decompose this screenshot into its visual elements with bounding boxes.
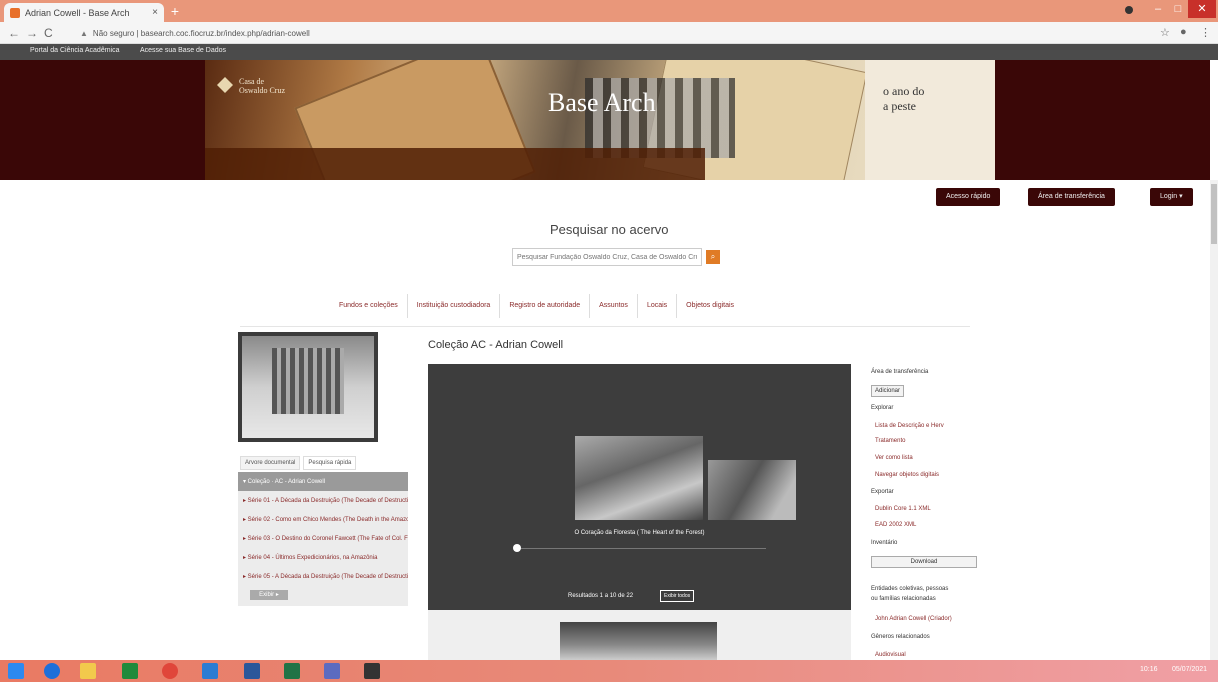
file-explorer-icon[interactable] — [80, 663, 96, 679]
forward-icon[interactable]: → — [26, 26, 38, 40]
related-heading: ou famílias relacionadas — [871, 596, 936, 602]
explore-heading: Explorar — [871, 405, 894, 411]
tray-date[interactable]: 05/07/2021 — [1172, 666, 1207, 673]
carousel-image[interactable] — [575, 436, 703, 520]
preview-image[interactable] — [560, 622, 717, 660]
bookmark-star-icon[interactable]: ☆ — [1160, 26, 1170, 39]
tray-time[interactable]: 10:16 — [1140, 666, 1158, 673]
browser-tab[interactable]: Adrian Cowell - Base Arch × — [4, 3, 164, 22]
explore-link[interactable]: Navegar objetos digitais — [875, 472, 939, 478]
windows-start-icon[interactable] — [8, 663, 24, 679]
account-icon[interactable]: ● — [1180, 26, 1187, 38]
export-link[interactable]: Dublin Core 1.1 XML — [875, 506, 931, 512]
profile-icon[interactable] — [1125, 6, 1133, 14]
site-banner: Casa de Oswaldo Cruz o ano do a peste Ba… — [0, 60, 1210, 180]
clipboard-button[interactable]: Área de transferência — [1028, 188, 1115, 206]
tab-title: Adrian Cowell - Base Arch — [25, 7, 130, 18]
nav-item-assuntos[interactable]: Assuntos — [590, 294, 638, 318]
back-icon[interactable]: ← — [8, 26, 20, 40]
explore-link[interactable]: Tratamento — [875, 438, 905, 444]
scrollbar-thumb[interactable] — [1211, 184, 1217, 244]
app-icon[interactable] — [324, 663, 340, 679]
show-all-button[interactable]: Exibir todos — [660, 590, 695, 602]
export-link[interactable]: EAD 2002 XML — [875, 522, 916, 528]
search-button[interactable]: ⌕ — [706, 250, 720, 264]
repository-thumbnail[interactable] — [238, 332, 378, 442]
maximize-button[interactable]: □ — [1168, 0, 1188, 18]
topstrip-link-portal[interactable]: Portal da Ciência Acadêmica — [30, 47, 120, 54]
building-image — [272, 348, 344, 414]
security-icon[interactable]: ▲ — [80, 29, 88, 38]
ie-icon[interactable] — [44, 663, 60, 679]
tab-arvore[interactable]: Arvore documental — [240, 456, 301, 470]
explore-link[interactable]: Lista de Descrição e Herv — [875, 423, 944, 429]
quick-access-button[interactable]: Acesso rápido — [936, 188, 1001, 206]
reload-icon[interactable]: C — [44, 26, 53, 40]
carousel-slider-handle[interactable] — [513, 544, 521, 552]
nav-item-instituicao[interactable]: Instituição custodiadora — [408, 294, 501, 318]
results-count: Resultados 1 a 10 de 22 — [568, 593, 634, 599]
browser-menu-icon[interactable]: ⋮ — [1200, 26, 1211, 39]
search-icon: ⌕ — [710, 252, 716, 261]
tab-pesquisa[interactable]: Pesquisa rápida — [303, 456, 357, 470]
page-scrollbar[interactable] — [1210, 180, 1218, 660]
tree-item[interactable]: ▾ Coleção · AC - Adrian Cowell — [238, 472, 408, 491]
nav-item-registro[interactable]: Registro de autoridade — [500, 294, 591, 318]
app-icon[interactable] — [364, 663, 380, 679]
tree-item[interactable]: ▸ Série 01 - A Década da Destruição (The… — [238, 491, 408, 510]
nav-item-locais[interactable]: Locais — [638, 294, 678, 318]
digital-object-carousel: O Coração da Floresta ( The Heart of the… — [428, 364, 851, 610]
carousel-caption: O Coração da Floresta ( The Heart of the… — [574, 530, 705, 536]
tree-item[interactable]: ▸ Série 03 - O Destino do Coronel Fawcet… — [238, 529, 408, 548]
main-nav: Fundos e coleções Instituição custodiado… — [330, 294, 743, 318]
search-title: Pesquisar no acervo — [550, 222, 669, 237]
favicon-icon — [10, 7, 20, 18]
treeview: ▾ Coleção · AC - Adrian Cowell ▸ Série 0… — [238, 472, 408, 606]
genre-link[interactable]: Audiovisual — [875, 652, 906, 658]
new-tab-button[interactable]: + — [168, 4, 182, 19]
close-tab-icon[interactable]: × — [152, 7, 158, 18]
close-window-button[interactable]: ✕ — [1188, 0, 1216, 18]
nav-item-fundos[interactable]: Fundos e coleções — [330, 294, 408, 318]
store-icon[interactable] — [122, 663, 138, 679]
export-heading: Exportar — [871, 489, 894, 495]
site-logo[interactable]: Casa de Oswaldo Cruz — [217, 77, 285, 95]
page-title: Coleção AC - Adrian Cowell — [428, 339, 564, 351]
banner-paper-text: o ano do a peste — [883, 84, 925, 113]
tree-item[interactable]: ▸ Série 05 - A Década da Destruição (The… — [238, 567, 408, 586]
browser-toolbar: ← → C ▲ Não seguro | basearch.coc.fiocru… — [0, 22, 1218, 44]
address-bar[interactable]: ▲ Não seguro | basearch.coc.fiocruz.br/i… — [80, 25, 1140, 41]
search-input[interactable] — [512, 248, 702, 266]
chrome-icon[interactable] — [162, 663, 178, 679]
carousel-slider-track[interactable] — [516, 548, 766, 549]
sidebar-tabs: Arvore documental Pesquisa rápida — [240, 456, 357, 470]
related-link[interactable]: John Adrian Cowell (Criador) — [875, 616, 952, 622]
login-button[interactable]: Login ▾ — [1150, 188, 1193, 206]
minimize-button[interactable]: – — [1148, 0, 1168, 18]
explore-link[interactable]: Ver como lista — [875, 455, 913, 461]
carousel-image[interactable] — [708, 460, 796, 520]
os-taskbar: 10:16 05/07/2021 — [0, 660, 1218, 682]
tree-more-button[interactable]: Exibir ▸ — [250, 590, 288, 600]
word-icon[interactable] — [244, 663, 260, 679]
genre-heading: Gêneros relacionados — [871, 634, 930, 640]
tree-item[interactable]: ▸ Série 04 - Últimos Expedicionários, na… — [238, 548, 408, 567]
download-button[interactable]: Download — [871, 556, 977, 568]
add-to-clipboard-button[interactable]: Adicionar — [871, 385, 905, 397]
url-text[interactable]: Não seguro | basearch.coc.fiocruz.br/ind… — [93, 29, 310, 38]
nav-item-objetos[interactable]: Objetos digitais — [677, 294, 743, 318]
logo-text: Casa de Oswaldo Cruz — [239, 77, 285, 95]
excel-icon[interactable] — [284, 663, 300, 679]
item-preview — [428, 610, 851, 660]
site-title: Base Arch — [548, 88, 656, 117]
app-icon[interactable] — [202, 663, 218, 679]
clipboard-heading: Área de transferência — [871, 369, 929, 375]
inventory-heading: Inventário — [871, 540, 898, 546]
browser-tab-bar: Adrian Cowell - Base Arch × + – □ ✕ — [0, 0, 1218, 22]
tree-item[interactable]: ▸ Série 02 - Como em Chico Mendes (The D… — [238, 510, 408, 529]
related-heading: Entidades coletivas, pessoas — [871, 586, 949, 592]
logo-mark-icon — [217, 77, 233, 93]
topstrip-link-base[interactable]: Acesse sua Base de Dados — [140, 47, 226, 54]
site-top-strip: Portal da Ciência Acadêmica Acesse sua B… — [0, 44, 1218, 60]
